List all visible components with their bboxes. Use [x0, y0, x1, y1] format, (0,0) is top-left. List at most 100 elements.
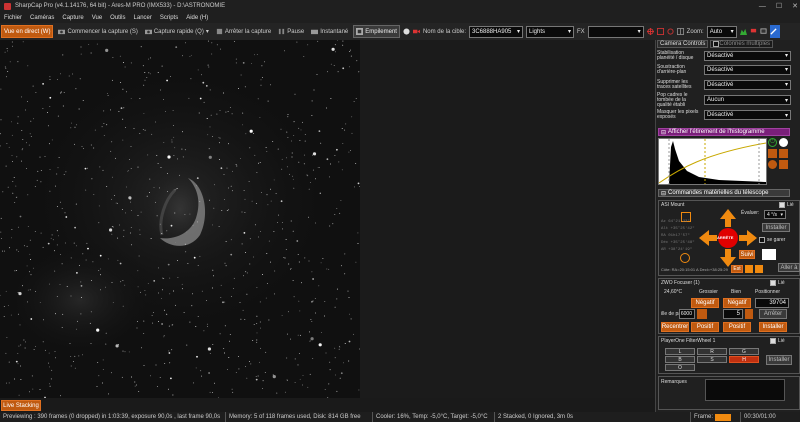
rate-select[interactable]: 4 °/s ▾ — [764, 210, 786, 219]
mount-install-button[interactable]: Installer — [762, 223, 790, 232]
histogram-plot[interactable] — [658, 138, 767, 185]
stop-button[interactable]: ARRÊTE — [717, 235, 733, 240]
live-stacking-button[interactable]: Live Stacking — [1, 400, 41, 411]
menu-view[interactable]: Vue — [92, 15, 102, 21]
settings-icon[interactable] — [779, 160, 788, 169]
setting-select[interactable]: Désactivé ▾ — [704, 50, 791, 61]
setting-select[interactable]: Désactivé ▾ — [704, 79, 791, 90]
track-button[interactable]: Suivi — [739, 250, 755, 259]
fine-negative-button[interactable]: Négatif — [723, 298, 751, 308]
focuser-install-button[interactable]: Installer — [759, 322, 787, 332]
menu-cameras[interactable]: Caméras — [30, 15, 54, 21]
remarks-input[interactable] — [705, 379, 785, 401]
star — [330, 98, 332, 99]
stepper-icon[interactable] — [697, 309, 707, 319]
quick-capture-button[interactable]: Capture rapide (Q) ▾ — [143, 25, 211, 38]
menu-help[interactable]: Aide (H) — [186, 15, 208, 21]
pause-button[interactable]: Pause — [276, 25, 306, 38]
star — [333, 65, 335, 66]
filter-button-r[interactable]: R — [697, 348, 727, 355]
linked-checkbox[interactable] — [770, 338, 776, 344]
chevron-down-icon[interactable]: ▾ — [206, 28, 209, 35]
histogram-header[interactable]: ⊟ Afficher l'étirement de l'histogramme — [658, 128, 790, 136]
fine-step-input[interactable]: 5 — [723, 309, 743, 319]
filter-button-g[interactable]: G — [729, 348, 759, 355]
focuser-linked[interactable]: Lié — [770, 280, 785, 286]
reticle-icon[interactable] — [667, 28, 674, 35]
histogram-icon[interactable] — [739, 28, 747, 35]
coarse-step-input[interactable]: 6000 — [679, 309, 695, 319]
image-viewer[interactable] — [0, 40, 360, 398]
lock-icon[interactable] — [779, 149, 788, 158]
goto-button[interactable]: Aller à — [778, 263, 800, 272]
star — [106, 93, 108, 95]
live-view-button[interactable]: Vue en direct (W) — [1, 25, 54, 38]
record-icon[interactable] — [403, 28, 410, 35]
flag-icon[interactable] — [750, 28, 757, 35]
menu-file[interactable]: Fichier — [4, 15, 22, 21]
snapshot-button[interactable]: Instantané — [309, 25, 350, 38]
park-option[interactable]: se garer — [759, 237, 785, 243]
linked-checkbox[interactable] — [779, 202, 785, 208]
star — [265, 297, 267, 299]
frame-type-select[interactable]: Lights ▾ — [526, 25, 574, 38]
star — [256, 341, 258, 343]
linked-checkbox[interactable] — [770, 280, 776, 286]
menu-capture[interactable]: Capture — [62, 15, 83, 21]
close-button[interactable]: ✕ — [792, 2, 798, 10]
filterwheel-install-button[interactable]: Installer — [766, 355, 792, 365]
tab-camera-controls[interactable]: Camera Controls — [657, 40, 709, 48]
mount-linked[interactable]: Lié — [779, 202, 794, 208]
east-button[interactable]: Est — [731, 265, 743, 273]
start-capture-button[interactable]: Commencer la capture (S) — [56, 25, 139, 38]
telescope-header[interactable]: ⊟ Commandes matérielles du télescope — [658, 189, 790, 197]
target-icon[interactable] — [680, 253, 690, 263]
position-input[interactable]: 39704 — [755, 298, 789, 308]
filter-button-o[interactable]: O — [665, 364, 695, 371]
filter-button-h[interactable]: H — [729, 356, 759, 363]
menu-tools[interactable]: Outils — [110, 15, 125, 21]
park-checkbox[interactable] — [759, 237, 765, 243]
coarse-negative-button[interactable]: Négatif — [691, 298, 719, 308]
setting-select[interactable]: Aucun ▾ — [704, 95, 791, 105]
setting-select[interactable]: Désactivé ▾ — [704, 110, 791, 120]
display-icon[interactable] — [760, 28, 767, 35]
stop-capture-button[interactable]: Arrêter la capture — [214, 25, 273, 38]
menu-scripts[interactable]: Scripts — [160, 15, 178, 21]
star — [22, 285, 23, 287]
filter-button-b[interactable]: B — [665, 356, 695, 363]
minimize-button[interactable]: — — [759, 3, 766, 10]
target-name-select[interactable]: 3C6888HA905 ▾ — [469, 25, 523, 38]
coarse-positive-button[interactable]: Positif — [691, 322, 719, 332]
star-icon[interactable] — [762, 249, 776, 260]
video-icon[interactable] — [412, 28, 420, 35]
maximize-button[interactable]: ☐ — [776, 2, 782, 10]
stepper-icon[interactable] — [745, 309, 753, 319]
grid-icon[interactable] — [676, 28, 684, 35]
arrow-right-icon[interactable] — [745, 265, 753, 273]
zoom-select[interactable]: Auto ▾ — [706, 25, 737, 38]
tab-multi-columns[interactable]: Colonnes multiples — [710, 40, 774, 48]
stacking-button[interactable]: Empilement — [353, 25, 400, 38]
star — [236, 165, 238, 167]
recenter-button[interactable]: Recentrer — [661, 322, 689, 332]
collapse-icon[interactable]: ⊟ — [661, 190, 666, 197]
power-icon[interactable]: ⏻ — [768, 138, 777, 147]
setting-select[interactable]: Désactivé ▾ — [704, 64, 791, 75]
collapse-icon[interactable]: ⊟ — [661, 129, 666, 136]
filter-button-s[interactable]: S — [697, 356, 727, 363]
move-icon[interactable] — [768, 149, 777, 158]
filterwheel-linked[interactable]: Lié — [770, 338, 785, 344]
reset-icon[interactable] — [768, 160, 777, 169]
star — [256, 315, 258, 317]
focuser-stop-button[interactable]: Arrêter — [759, 309, 787, 319]
arrow-down-icon[interactable] — [755, 265, 763, 273]
menu-run[interactable]: Lancer — [134, 15, 152, 21]
fx-select[interactable]: ▾ — [587, 25, 644, 38]
brush-button[interactable] — [769, 25, 780, 38]
contrast-icon[interactable] — [779, 138, 788, 147]
fine-positive-button[interactable]: Positif — [723, 322, 751, 332]
frame-icon[interactable] — [656, 28, 664, 35]
crosshair-icon[interactable] — [646, 28, 654, 35]
filter-button-l[interactable]: L — [665, 348, 695, 355]
